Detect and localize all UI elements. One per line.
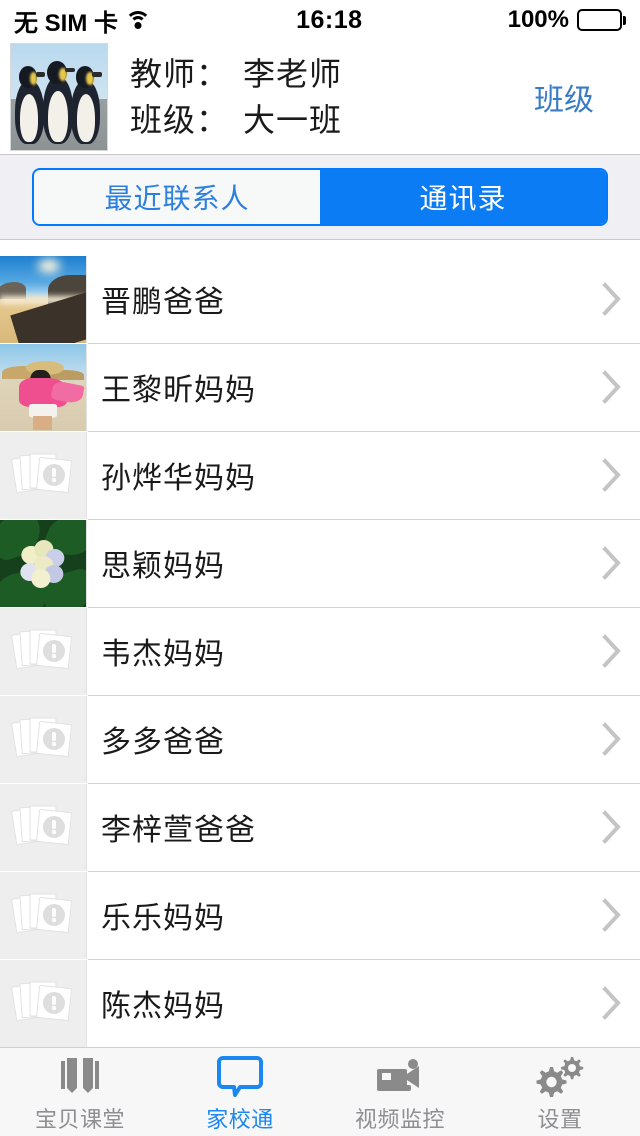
avatar-placeholder-icon	[0, 959, 87, 1047]
chevron-right-icon[interactable]	[584, 695, 640, 783]
contact-row[interactable]: 思颖妈妈	[0, 519, 640, 607]
contact-name: 陈杰妈妈	[101, 990, 225, 1023]
status-bar-right: 100%	[508, 6, 626, 34]
avatar-placeholder-icon	[0, 695, 87, 783]
tab-settings[interactable]: 设置	[480, 1048, 640, 1136]
teacher-avatar-penguins[interactable]	[10, 43, 108, 151]
avatar-placeholder-icon	[0, 783, 87, 871]
contact-avatar	[0, 519, 87, 607]
contact-row[interactable]: 孙烨华妈妈	[0, 431, 640, 519]
tab-video-monitor[interactable]: 视频监控	[320, 1048, 480, 1136]
battery-percent-label: 100%	[507, 6, 569, 33]
contact-row[interactable]: 乐乐妈妈	[0, 871, 640, 959]
contact-avatar	[0, 255, 87, 343]
class-button[interactable]: 班级	[510, 65, 618, 129]
teacher-name: 李老师	[243, 56, 343, 92]
chevron-right-icon[interactable]	[584, 255, 640, 343]
segmented-control-container: 最近联系人 通讯录	[0, 155, 640, 240]
class-row: 班级： 大一班	[130, 97, 510, 143]
contact-name: 李梓萱爸爸	[101, 814, 256, 847]
teacher-info: 教师： 李老师 班级： 大一班	[108, 51, 510, 143]
contact-row[interactable]: 韦杰妈妈	[0, 607, 640, 695]
video-camera-icon	[375, 1054, 425, 1098]
avatar-placeholder-icon	[0, 431, 87, 519]
segment-recent-contacts[interactable]: 最近联系人	[34, 170, 320, 224]
chevron-right-icon[interactable]	[584, 959, 640, 1047]
chat-bubble-icon	[217, 1054, 263, 1098]
teacher-label: 教师：	[130, 56, 230, 92]
contact-row[interactable]: 多多爸爸	[0, 695, 640, 783]
chevron-right-icon[interactable]	[584, 519, 640, 607]
tab-label-home-school: 家校通	[206, 1107, 274, 1132]
contact-name: 思颖妈妈	[101, 550, 225, 583]
segment-address-book[interactable]: 通讯录	[320, 170, 606, 224]
chevron-right-icon[interactable]	[584, 607, 640, 695]
gears-icon	[536, 1054, 584, 1098]
chevron-right-icon[interactable]	[584, 783, 640, 871]
chevron-right-icon[interactable]	[584, 871, 640, 959]
chevron-right-icon[interactable]	[584, 431, 640, 519]
status-bar-left: 无 SIM 卡	[14, 3, 152, 38]
tab-home-school[interactable]: 家校通	[160, 1048, 320, 1136]
class-name: 大一班	[243, 102, 343, 138]
contact-row[interactable]: 陈杰妈妈	[0, 959, 640, 1047]
tab-label-video-monitor: 视频监控	[354, 1107, 445, 1132]
tab-baby-classroom[interactable]: 宝贝课堂	[0, 1048, 160, 1136]
app-root: 无 SIM 卡 16:18 100% 教师： 李老师 班级： 大一班 班级 最近…	[0, 0, 640, 1136]
tab-label-baby-classroom: 宝贝课堂	[34, 1107, 125, 1132]
contact-list[interactable]: 晋鹏爸爸王黎昕妈妈孙烨华妈妈思颖妈妈韦杰妈妈多多爸爸李梓萱爸爸乐乐妈妈陈杰妈妈	[0, 255, 640, 1047]
tab-label-settings: 设置	[537, 1107, 583, 1132]
bottom-tab-bar[interactable]: 宝贝课堂 家校通 视频监控 设置	[0, 1047, 640, 1136]
avatar-placeholder-icon	[0, 871, 87, 959]
segmented-control[interactable]: 最近联系人 通讯录	[32, 168, 608, 226]
contact-row[interactable]: 王黎昕妈妈	[0, 343, 640, 431]
contact-avatar	[0, 343, 87, 431]
contact-name: 多多爸爸	[101, 726, 225, 759]
teacher-header: 教师： 李老师 班级： 大一班 班级	[0, 40, 640, 155]
contact-name: 韦杰妈妈	[101, 638, 225, 671]
wifi-icon	[125, 10, 152, 30]
class-label: 班级：	[130, 102, 230, 138]
contact-name: 乐乐妈妈	[101, 902, 225, 935]
status-bar: 无 SIM 卡 16:18 100%	[0, 0, 640, 40]
contact-name: 孙烨华妈妈	[101, 462, 256, 495]
contact-row[interactable]: 李梓萱爸爸	[0, 783, 640, 871]
avatar-placeholder-icon	[0, 607, 87, 695]
contact-row[interactable]: 晋鹏爸爸	[0, 255, 640, 343]
chevron-right-icon[interactable]	[584, 343, 640, 431]
battery-full-icon	[577, 9, 626, 31]
contact-name: 王黎昕妈妈	[101, 374, 256, 407]
teacher-row: 教师： 李老师	[130, 51, 510, 97]
status-bar-clock: 16:18	[296, 5, 363, 34]
contact-name: 晋鹏爸爸	[101, 286, 225, 319]
carrier-label: 无 SIM 卡	[14, 9, 119, 37]
book-icon	[57, 1054, 103, 1098]
